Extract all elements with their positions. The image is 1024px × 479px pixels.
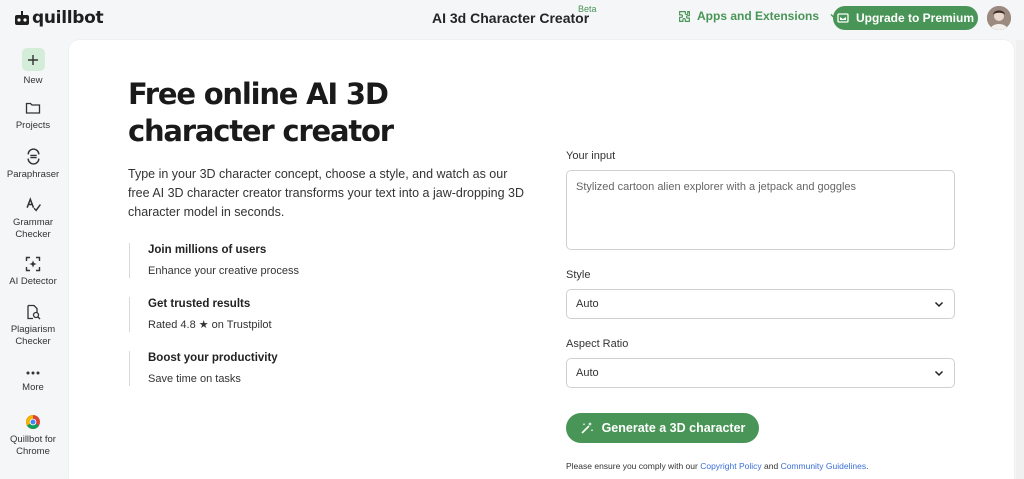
folder-icon xyxy=(25,102,41,114)
sidebar-label: Projects xyxy=(15,120,51,131)
feature-title: Get trusted results xyxy=(148,298,251,310)
notice-text: Please ensure you comply with our xyxy=(566,461,698,471)
apps-extensions-button[interactable]: Apps and Extensions xyxy=(678,9,839,23)
sidebar-item-plagiarism-checker[interactable]: Plagiarism Checker xyxy=(0,304,66,348)
page-title: AI 3d Character Creator xyxy=(432,10,590,26)
more-icon xyxy=(26,371,40,375)
sidebar-label: Paraphraser xyxy=(6,169,60,180)
aspect-ratio-select[interactable]: Auto xyxy=(566,358,955,388)
copyright-policy-link[interactable]: Copyright Policy xyxy=(700,461,761,471)
aspect-ratio-label: Aspect Ratio xyxy=(566,338,629,350)
sidebar-item-chrome[interactable]: Quillbot for Chrome xyxy=(0,414,66,458)
community-guidelines-link[interactable]: Community Guidelines xyxy=(781,461,867,471)
sidebar-label: Grammar Checker xyxy=(12,217,54,240)
logo-text: quillbot xyxy=(32,8,104,28)
top-header: quillbot AI 3d Character Creator Beta Ap… xyxy=(0,0,1024,38)
sidebar-label: New xyxy=(23,75,43,86)
notice-and: and xyxy=(764,461,779,471)
sidebar-label: More xyxy=(22,382,44,393)
aspect-ratio-value: Auto xyxy=(576,367,599,379)
plus-icon xyxy=(28,54,38,65)
hero-title: Free online AI 3D character creator xyxy=(128,77,394,148)
feature-title: Boost your productivity xyxy=(148,352,278,364)
style-label: Style xyxy=(566,269,591,281)
chevron-down-icon xyxy=(934,301,944,308)
avatar-image xyxy=(987,6,1011,30)
style-value: Auto xyxy=(576,298,599,310)
paraphraser-icon xyxy=(26,148,40,165)
prompt-placeholder: Stylized cartoon alien explorer with a j… xyxy=(576,181,857,193)
puzzle-icon xyxy=(679,10,690,22)
sidebar-item-grammar-checker[interactable]: Grammar Checker xyxy=(0,196,66,241)
main-panel: Free online AI 3D character creator Type… xyxy=(69,40,1014,479)
feature-item: Join millions of users Enhance your crea… xyxy=(129,243,329,278)
new-button-box xyxy=(21,48,45,71)
feature-text: Rated 4.8 ★ on Trustpilot xyxy=(148,319,272,331)
sidebar-item-ai-detector[interactable]: AI Detector xyxy=(0,256,66,288)
sidebar-item-more[interactable]: More xyxy=(0,368,66,394)
sidebar-label: AI Detector xyxy=(9,276,57,287)
generate-label: Generate a 3D character xyxy=(601,421,746,435)
feature-text: Save time on tasks xyxy=(148,373,241,385)
compliance-notice: Please ensure you comply with our Copyri… xyxy=(566,461,868,471)
hero-description: Type in your 3D character concept, choos… xyxy=(128,167,525,219)
plagiarism-icon xyxy=(27,304,41,320)
style-select[interactable]: Auto xyxy=(566,289,955,319)
sidebar-item-projects[interactable]: Projects xyxy=(0,100,66,132)
upgrade-premium-button[interactable]: Upgrade to Premium xyxy=(833,6,978,30)
sidebar-label: Quillbot for Chrome xyxy=(10,434,56,457)
input-label: Your input xyxy=(566,150,616,162)
generate-button[interactable]: Generate a 3D character xyxy=(566,413,759,443)
upgrade-label: Upgrade to Premium xyxy=(855,11,975,25)
sidebar-item-paraphraser[interactable]: Paraphraser xyxy=(0,148,66,181)
sidebar-item-new[interactable]: New xyxy=(0,48,66,87)
feature-item: Get trusted results Rated 4.8 ★ on Trust… xyxy=(129,297,329,332)
feature-item: Boost your productivity Save time on tas… xyxy=(129,351,329,386)
sidebar: New Projects Paraphraser Grammar Checker… xyxy=(0,38,66,479)
beta-badge: Beta xyxy=(578,4,597,14)
chevron-down-icon xyxy=(934,370,944,377)
sidebar-label: Plagiarism Checker xyxy=(10,324,56,347)
chrome-icon xyxy=(26,415,40,429)
quillbot-logo[interactable]: quillbot xyxy=(14,8,104,28)
prompt-input[interactable]: Stylized cartoon alien explorer with a j… xyxy=(566,170,955,250)
ai-detector-icon xyxy=(25,256,41,272)
magic-wand-icon xyxy=(581,422,593,434)
apps-extensions-label: Apps and Extensions xyxy=(697,9,820,23)
grammar-icon xyxy=(25,197,41,212)
notice-end: . xyxy=(866,461,869,471)
page-scrollbar[interactable] xyxy=(1016,40,1024,479)
feature-text: Enhance your creative process xyxy=(148,265,300,277)
quillbot-logo-icon xyxy=(15,11,29,25)
crown-icon xyxy=(837,13,849,23)
feature-title: Join millions of users xyxy=(148,244,267,256)
user-avatar[interactable] xyxy=(987,6,1011,30)
